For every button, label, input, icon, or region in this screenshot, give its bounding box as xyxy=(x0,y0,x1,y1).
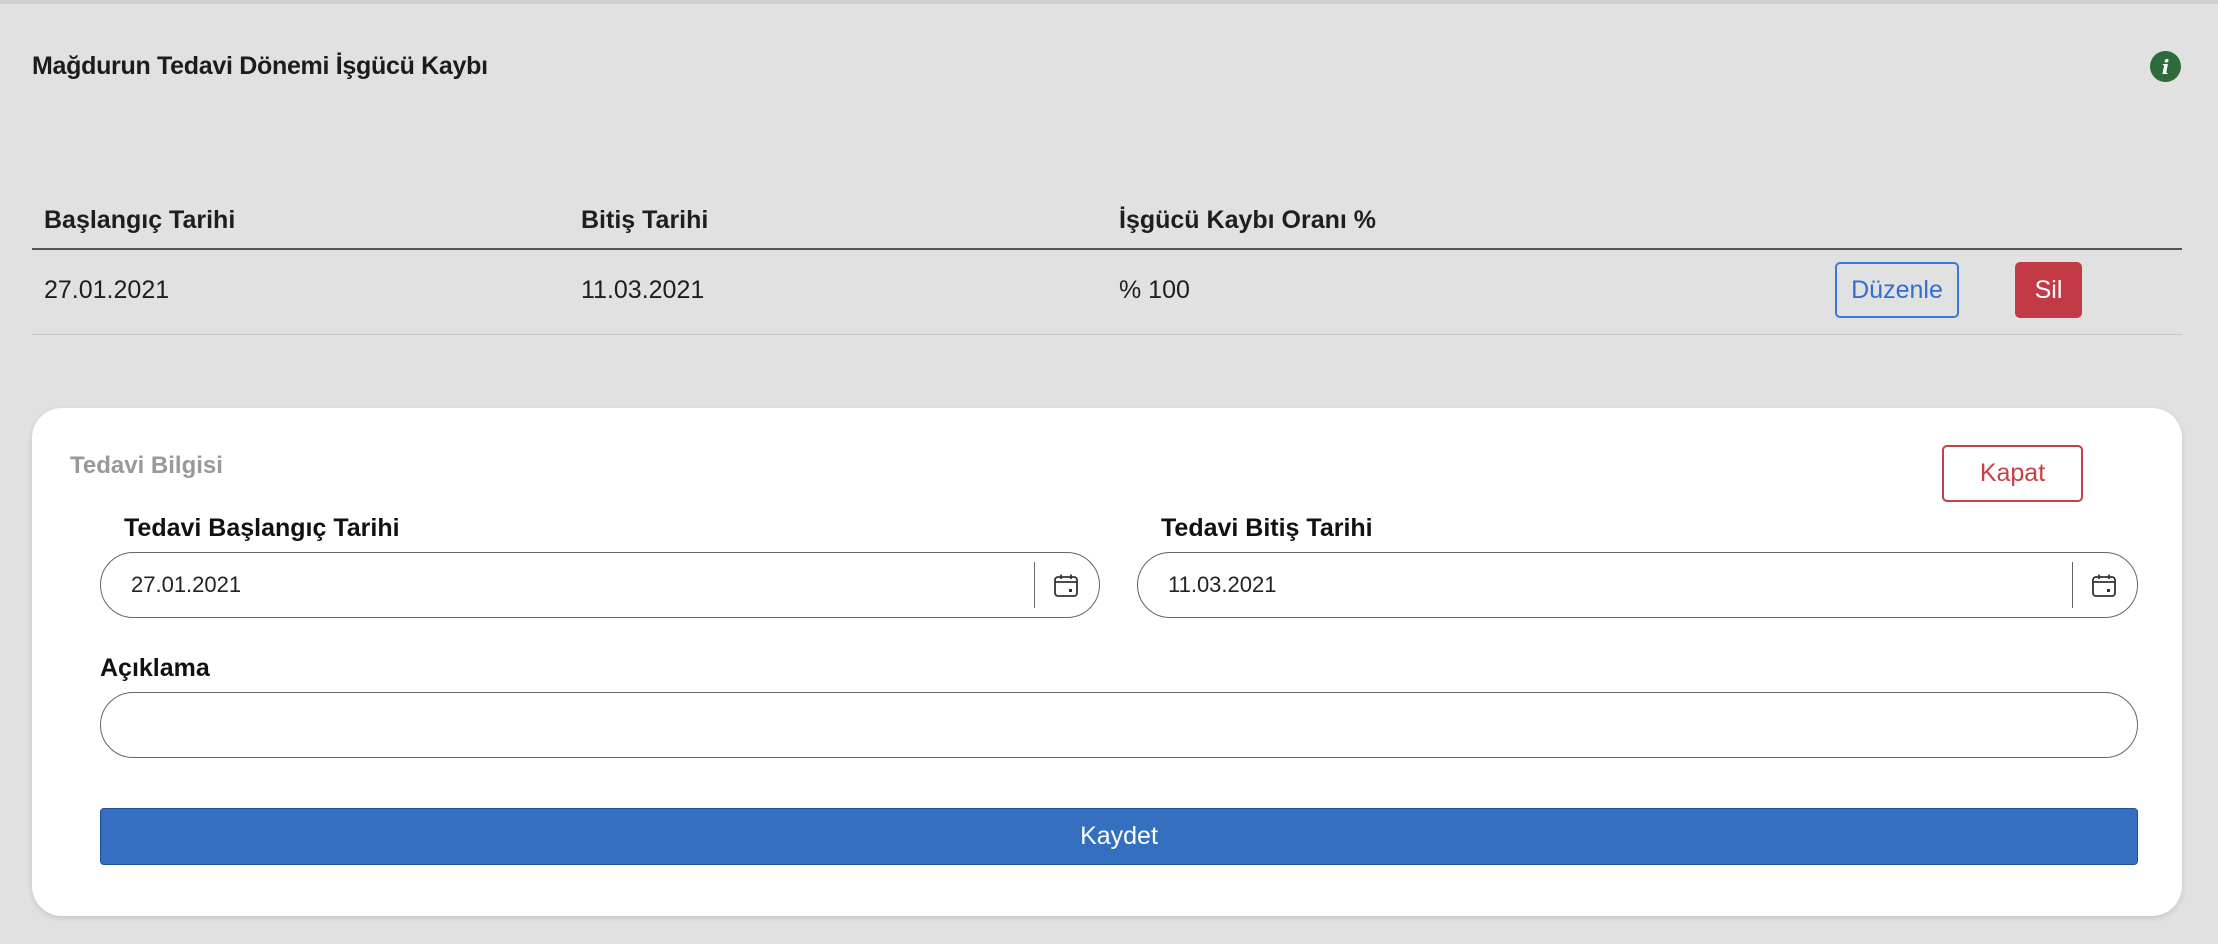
info-icon[interactable]: i xyxy=(2150,51,2181,82)
end-date-value: 11.03.2021 xyxy=(1168,572,1277,597)
description-input[interactable] xyxy=(100,692,2138,758)
table-row: 27.01.2021 11.03.2021 % 100 Düzenle Sil xyxy=(32,250,2182,335)
end-date-input[interactable]: 11.03.2021 xyxy=(1137,552,2138,618)
header-start-date: Başlangıç Tarihi xyxy=(44,206,236,234)
input-divider xyxy=(2072,562,2073,608)
treatment-table: Başlangıç Tarihi Bitiş Tarihi İşgücü Kay… xyxy=(32,194,2182,335)
table-header: Başlangıç Tarihi Bitiş Tarihi İşgücü Kay… xyxy=(32,194,2182,250)
cell-start-date: 27.01.2021 xyxy=(44,276,170,304)
edit-button[interactable]: Düzenle xyxy=(1835,262,1959,318)
cell-loss-rate: % 100 xyxy=(1119,276,1190,304)
outer-card: Mağdurun Tedavi Dönemi İşgücü Kaybı i Ba… xyxy=(0,0,2218,944)
save-button[interactable]: Kaydet xyxy=(100,808,2138,865)
input-divider xyxy=(1034,562,1035,608)
treatment-form: Tedavi Bilgisi Kapat Tedavi Başlangıç Ta… xyxy=(32,408,2182,916)
start-date-input[interactable]: 27.01.2021 xyxy=(100,552,1100,618)
close-button[interactable]: Kapat xyxy=(1942,445,2083,502)
section-title: Mağdurun Tedavi Dönemi İşgücü Kaybı xyxy=(32,52,488,80)
calendar-icon[interactable] xyxy=(2089,571,2119,601)
header-end-date: Bitiş Tarihi xyxy=(581,206,709,234)
form-title: Tedavi Bilgisi xyxy=(70,452,223,479)
cell-end-date: 11.03.2021 xyxy=(581,276,705,304)
start-date-value: 27.01.2021 xyxy=(131,572,242,597)
delete-button[interactable]: Sil xyxy=(2015,262,2082,318)
calendar-icon[interactable] xyxy=(1051,571,1081,601)
start-date-label: Tedavi Başlangıç Tarihi xyxy=(124,514,400,542)
header-loss-rate: İşgücü Kaybı Oranı % xyxy=(1119,206,1377,234)
description-label: Açıklama xyxy=(100,654,210,682)
end-date-label: Tedavi Bitiş Tarihi xyxy=(1161,514,1373,542)
